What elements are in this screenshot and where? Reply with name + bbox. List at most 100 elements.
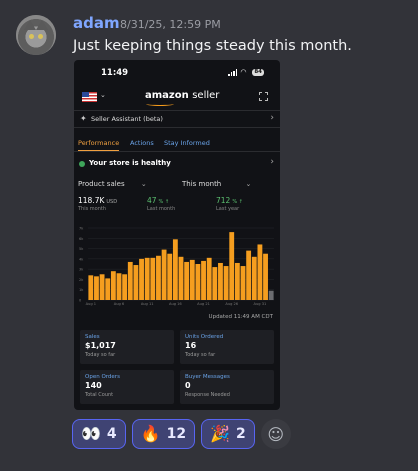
bar[interactable] [223,266,229,300]
reaction-eyes[interactable]: 👀 4 [72,419,126,449]
bar[interactable] [263,253,268,300]
y-tick-label: 4k [79,257,84,261]
stat-last-year: 712% ↑ Last year [216,196,243,212]
chevron-down-icon[interactable]: ⌄ [100,91,106,99]
bar[interactable] [184,261,190,300]
eyes-emoji-icon: 👀 [81,424,101,443]
updated-time: Updated 11:49 AM CDT [208,314,273,320]
logo-smile [146,102,174,106]
y-tick-label: 5k [79,247,84,251]
signal-icon [228,69,238,76]
reaction-count: 2 [236,426,246,442]
tab-actions[interactable]: Actions [130,139,154,147]
bar[interactable] [156,255,161,300]
reaction-count: 12 [166,426,187,442]
bar[interactable] [150,257,156,300]
bar[interactable] [167,253,173,300]
bar[interactable] [212,267,218,300]
bar[interactable] [178,256,184,300]
metric-dropdown[interactable]: Product sales ⌄ [78,180,147,188]
chat-message: adam 8/31/25, 12:59 PM Just keeping thin… [0,0,418,471]
y-tick-label: 6k [79,237,84,241]
health-status-dot [79,161,85,167]
bar[interactable] [234,262,240,300]
bar[interactable] [133,265,139,300]
stat-last-month: 47% ↑ Last month [147,196,176,212]
bar[interactable] [99,274,105,300]
x-tick-label: Aug 11 [141,302,154,306]
store-health-row[interactable]: Your store is healthy › [74,157,280,171]
x-tick-label: Aug 21 [197,302,210,306]
app-header: ⌄ amazon seller [74,88,280,108]
tab-stay-informed[interactable]: Stay Informed [164,139,210,147]
wifi-icon: ◠ [240,68,247,76]
timestamp: 8/31/25, 12:59 PM [120,18,221,31]
avatar[interactable] [16,15,56,55]
y-tick-label: 0 [79,299,81,303]
phone-status-bar: 11:49 ◠ 84 [74,68,280,80]
party-popper-emoji-icon: 🎉 [210,424,230,443]
x-tick-label: Aug 26 [225,302,238,306]
reactions-bar: 👀 4 🔥 12 🎉 2 ☺ [72,419,291,449]
store-health-label: Your store is healthy [89,159,171,167]
bar[interactable] [229,232,235,300]
card-open-orders[interactable]: Open Orders 140 Total Count [80,370,174,404]
bar[interactable] [172,239,178,300]
bar[interactable] [206,257,212,300]
y-tick-label: 1k [79,288,84,292]
bar[interactable] [189,259,195,300]
bar[interactable] [139,258,144,300]
bar[interactable] [161,249,167,300]
card-buyer-messages[interactable]: Buyer Messages 0 Response Needed [180,370,274,404]
reaction-count: 4 [106,426,117,442]
stat-this-month: 118.7K USD This month [78,196,118,212]
period-dropdown[interactable]: This month ⌄ [182,180,251,188]
smile-plus-icon: ☺ [267,424,285,444]
amazon-seller-logo: amazon seller [145,90,220,101]
tab-performance[interactable]: Performance [78,139,120,151]
bar[interactable] [240,266,246,300]
seller-assistant-row[interactable]: ✦ Seller Assistant (beta) › [74,110,280,128]
y-tick-label: 7k [79,227,84,231]
bar[interactable] [110,271,116,300]
bar[interactable] [122,274,128,300]
card-sales[interactable]: Sales $1,017 Today so far [80,330,174,364]
bar[interactable] [144,257,150,300]
y-tick-label: 3k [79,268,84,272]
tab-bar: Performance Actions Stay Informed [74,136,280,152]
bar[interactable] [251,256,257,300]
reaction-party[interactable]: 🎉 2 [201,419,255,449]
username[interactable]: adam [73,14,120,32]
message-text: Just keeping things steady this month. [73,38,352,54]
bar[interactable] [201,260,206,300]
scan-icon[interactable] [259,92,268,101]
bar[interactable] [116,273,122,300]
bar[interactable] [105,278,111,300]
seller-assistant-label: Seller Assistant (beta) [91,115,163,123]
phone-time: 11:49 [101,68,129,78]
bar[interactable] [246,250,252,300]
card-units-ordered[interactable]: Units Ordered 16 Today so far [180,330,274,364]
x-tick-label: Aug 6 [114,302,125,306]
bar[interactable] [218,262,223,300]
x-tick-label: Aug 31 [254,302,267,306]
chevron-right-icon: › [270,113,274,123]
battery-icon: 84 [252,69,264,76]
sales-bar-chart[interactable]: 7k 6k 5k 4k 3k 2k 1k 0 Aug 1 Aug 6 Aug 11 Aug 16 Aug… [74,222,280,322]
metric-selectors: Product sales ⌄ This month ⌄ [74,180,280,192]
fire-emoji-icon: 🔥 [140,424,161,443]
reaction-fire[interactable]: 🔥 12 [131,419,196,449]
chevron-right-icon: › [270,157,274,167]
bar[interactable] [268,290,274,300]
y-tick-label: 2k [79,278,84,282]
add-reaction-button[interactable]: ☺ [260,419,291,449]
us-flag-icon[interactable] [82,92,97,102]
bar[interactable] [195,264,201,300]
attached-screenshot[interactable]: 11:49 ◠ 84 ⌄ amazon seller ✦ Seller Assi… [74,60,280,410]
bar[interactable] [257,244,263,300]
bar[interactable] [88,275,94,300]
x-tick-label: Aug 16 [169,302,182,306]
x-tick-label: Aug 1 [86,302,96,306]
bar[interactable] [127,261,133,300]
bar[interactable] [94,276,99,300]
